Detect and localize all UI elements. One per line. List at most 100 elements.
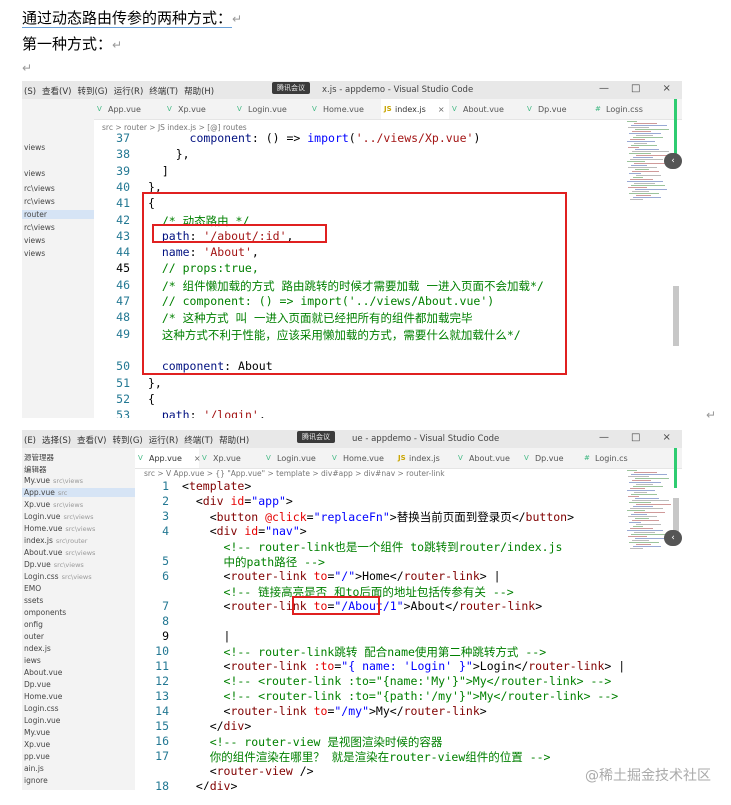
meeting-badge: 腾讯会议 (272, 82, 310, 94)
code-token: to (313, 569, 328, 583)
menu-item[interactable]: 终端(T) (149, 87, 178, 97)
close-tab-icon[interactable]: × (438, 105, 445, 114)
tab-home-vue[interactable]: V Home.vue (309, 99, 381, 119)
menu-item[interactable]: 帮助(H) (184, 87, 214, 97)
line-number: 7 (162, 599, 169, 613)
sidebar-item[interactable]: outer (22, 632, 135, 641)
sidebar-item[interactable]: Home.vue (22, 692, 135, 701)
minimap-line (631, 185, 665, 186)
sidebar-item[interactable]: About.vue src\views (22, 548, 135, 557)
sidebar-item[interactable]: Login.css src\views (22, 572, 135, 581)
heading-text: 第一种方式： (22, 35, 113, 53)
file-type-icon: V (138, 454, 143, 462)
heading-text: 通过动态路由传参的两种方式： (22, 9, 233, 28)
sidebar-item[interactable]: Login.vue src\views (22, 512, 135, 521)
code-line: </div> (182, 719, 252, 733)
minimap-line (627, 470, 637, 471)
line-number: 8 (162, 614, 169, 628)
menu-item[interactable]: 查看(V) (42, 87, 71, 97)
menu-item[interactable]: (E) (24, 436, 36, 446)
sidebar-item-label: outer (24, 632, 44, 641)
sidebar-item[interactable]: EMO (22, 584, 135, 593)
minimize-icon[interactable]: — (599, 83, 609, 94)
sidebar-item[interactable]: Dp.vue (22, 680, 135, 689)
tab-about-vue[interactable]: V About.vue (455, 448, 521, 468)
menu-item[interactable]: 转到(G) (113, 436, 143, 446)
sidebar-item[interactable]: views (22, 236, 94, 245)
minimap-line (632, 151, 669, 152)
sidebar-item[interactable]: Xp.vue (22, 740, 135, 749)
sidebar-item[interactable]: iews (22, 656, 135, 665)
code-token: component (189, 131, 252, 145)
tab-index-js[interactable]: JS index.js × (381, 99, 449, 119)
menu-item[interactable]: (S) (24, 87, 36, 97)
tab-label: Login.vue (248, 105, 287, 114)
tab-login-vue[interactable]: V Login.vue (263, 448, 329, 468)
sidebar-item[interactable]: About.vue (22, 668, 135, 677)
sidebar-item[interactable]: ignore (22, 776, 135, 785)
menu-item[interactable]: 运行(R) (149, 436, 179, 446)
menu-item[interactable]: 终端(T) (184, 436, 213, 446)
tab-login-css[interactable]: # Login.css (592, 99, 662, 119)
menu-item[interactable]: 帮助(H) (219, 436, 249, 446)
tab-index-js[interactable]: JS index.js (395, 448, 455, 468)
file-type-icon: V (266, 454, 271, 462)
scrollbar[interactable] (673, 286, 679, 346)
tab-label: App.vue (108, 105, 141, 114)
sidebar-item[interactable]: Dp.vue src\views (22, 560, 135, 569)
sidebar-item[interactable]: rc\views (22, 197, 94, 206)
menu-item[interactable]: 选择(S) (42, 436, 71, 446)
minimize-icon[interactable]: — (599, 432, 609, 443)
sidebar-item[interactable]: Login.vue (22, 716, 135, 725)
sidebar-item[interactable]: views (22, 249, 94, 258)
code-line: }, (148, 375, 162, 390)
maximize-icon[interactable]: □ (631, 83, 640, 94)
sidebar-item[interactable]: omponents (22, 608, 135, 617)
sidebar-item[interactable]: index.js src\router (22, 536, 135, 545)
sidebar-item[interactable]: rc\views (22, 223, 94, 232)
code-token: div (216, 524, 238, 538)
tab-about-vue[interactable]: V About.vue (449, 99, 524, 119)
sidebar-item[interactable]: ndex.js (22, 644, 135, 653)
tab-xp-vue[interactable]: V Xp.vue (164, 99, 234, 119)
tab-app-vue[interactable]: V App.vue × (135, 448, 201, 468)
minimap[interactable] (627, 470, 672, 560)
sidebar-item[interactable]: views (22, 169, 94, 178)
close-icon[interactable]: × (662, 83, 670, 94)
tab-xp-vue[interactable]: V Xp.vue (199, 448, 263, 468)
maximize-icon[interactable]: □ (631, 432, 640, 443)
sidebar-item[interactable]: Xp.vue src\views (22, 500, 135, 509)
sidebar-item[interactable]: router (22, 210, 94, 219)
sidebar-item[interactable]: My.vue src\views (22, 476, 135, 485)
tab-home-vue[interactable]: V Home.vue (329, 448, 395, 468)
sidebar-item[interactable]: ssets (22, 596, 135, 605)
file-type-icon: V (97, 105, 102, 113)
menu-item[interactable]: 转到(G) (77, 87, 107, 97)
sidebar-item[interactable]: rc\views (22, 184, 94, 193)
menu-item[interactable]: 运行(R) (114, 87, 144, 97)
menu-item[interactable]: 查看(V) (77, 436, 106, 446)
tab-login-vue[interactable]: V Login.vue (234, 99, 309, 119)
sidebar-item[interactable]: 编辑器 (22, 464, 135, 475)
sidebar-item[interactable]: Home.vue src\views (22, 524, 135, 533)
sidebar-item[interactable]: ain.js (22, 764, 135, 773)
sidebar-item[interactable]: pp.vue (22, 752, 135, 761)
collapse-icon[interactable]: ‹ (664, 153, 682, 169)
sidebar-item[interactable]: views (22, 143, 94, 152)
code-editor[interactable]: <template> <div id="app"> <button @click… (182, 479, 632, 790)
close-icon[interactable]: × (662, 432, 670, 443)
collapse-icon[interactable]: ‹ (664, 530, 682, 546)
tab-dp-vue[interactable]: V Dp.vue (521, 448, 581, 468)
return-mark: ↵ (112, 38, 123, 52)
tab-login-cs[interactable]: # Login.cs (581, 448, 641, 468)
tab-app-vue[interactable]: V App.vue (94, 99, 164, 119)
sidebar-item-label: 编辑器 (24, 465, 47, 474)
tab-dp-vue[interactable]: V Dp.vue (524, 99, 592, 119)
code-line: }, (148, 147, 190, 162)
sidebar-item[interactable]: 源管理器 (22, 452, 135, 463)
sidebar-item[interactable]: Login.css (22, 704, 135, 713)
sidebar-item[interactable]: onfig (22, 620, 135, 629)
title-bar: (E) 选择(S) 查看(V) 转到(G) 运行(R) 终端(T) 帮助(H) 腾讯会议 u… (22, 430, 682, 448)
sidebar-item[interactable]: App.vue src (22, 488, 135, 497)
sidebar-item[interactable]: My.vue (22, 728, 135, 737)
